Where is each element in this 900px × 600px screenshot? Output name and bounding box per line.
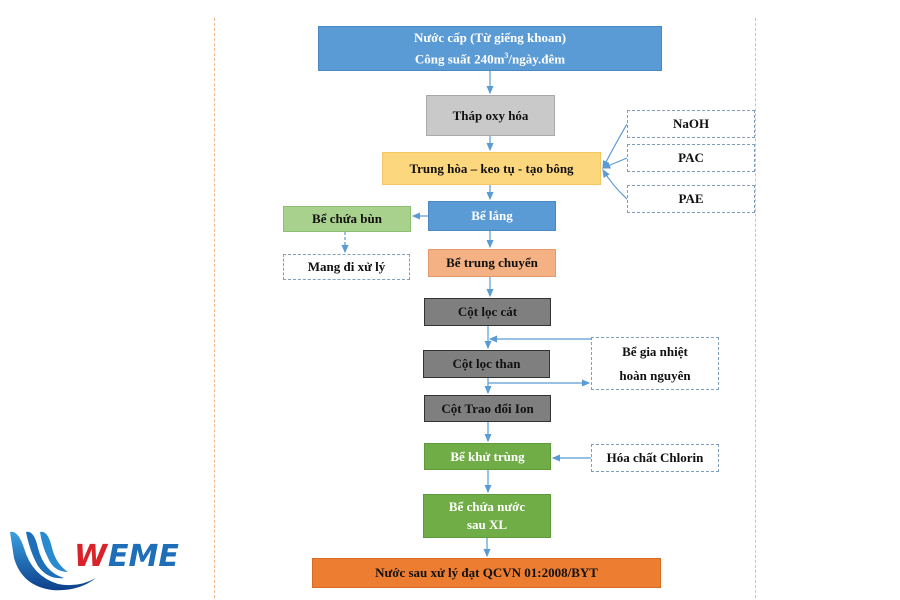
step-treated-water-tank: Bể chứa nước sau XL: [423, 494, 551, 538]
step-sludge-tank: Bể chứa bùn: [283, 206, 411, 232]
step-sand-filter: Cột lọc cát: [424, 298, 551, 326]
regeneration-line2: hoàn nguyên: [619, 367, 691, 383]
chemical-pac: PAC: [627, 144, 755, 172]
step-carbon-filter: Cột lọc than: [423, 350, 550, 378]
weme-logo: W EME: [8, 528, 193, 592]
svg-text:W: W: [74, 539, 109, 574]
storage-line1: Bể chứa nước: [448, 499, 526, 514]
chemical-pae: PAE: [627, 185, 755, 213]
step-output-standard: Nước sau xử lý đạt QCVN 01:2008/BYT: [312, 558, 661, 588]
step-settling-tank: Bể lắng: [428, 201, 556, 231]
capacity-unit: /ngày.đêm: [508, 51, 566, 67]
storage-line2: sau XL: [466, 517, 508, 532]
svg-text:EME: EME: [108, 539, 179, 574]
step-ion-exchange: Cột Trao đổi Ion: [424, 395, 551, 422]
step-source-water: Nước cấp (Từ giếng khoan) Công suất 240m…: [318, 26, 662, 71]
chemical-naoh: NaOH: [627, 110, 755, 138]
arrow: [602, 168, 628, 200]
step-oxidation-tower: Tháp oxy hóa: [426, 95, 555, 136]
wave-logo-icon: W EME: [10, 531, 179, 591]
regeneration-line1: Bể gia nhiệt: [622, 343, 688, 359]
step-sludge-disposal: Mang đi xử lý: [283, 254, 410, 280]
capacity-value: Công suất 240m: [414, 51, 505, 67]
step-heat-regeneration: Bể gia nhiệt hoàn nguyên: [591, 337, 719, 390]
source-line2: Công suất 240m3/ngày.đêm: [415, 47, 565, 68]
source-line1: Nước cấp (Từ giếng khoan): [413, 29, 567, 45]
arrow: [602, 123, 628, 170]
chemical-chlorine: Hóa chất Chlorin: [591, 444, 719, 472]
step-coagulation: Trung hòa – keo tụ - tạo bông: [382, 152, 601, 185]
arrow: [601, 157, 628, 169]
step-disinfection: Bể khử trùng: [424, 443, 551, 470]
step-transfer-tank: Bể trung chuyển: [428, 249, 556, 277]
